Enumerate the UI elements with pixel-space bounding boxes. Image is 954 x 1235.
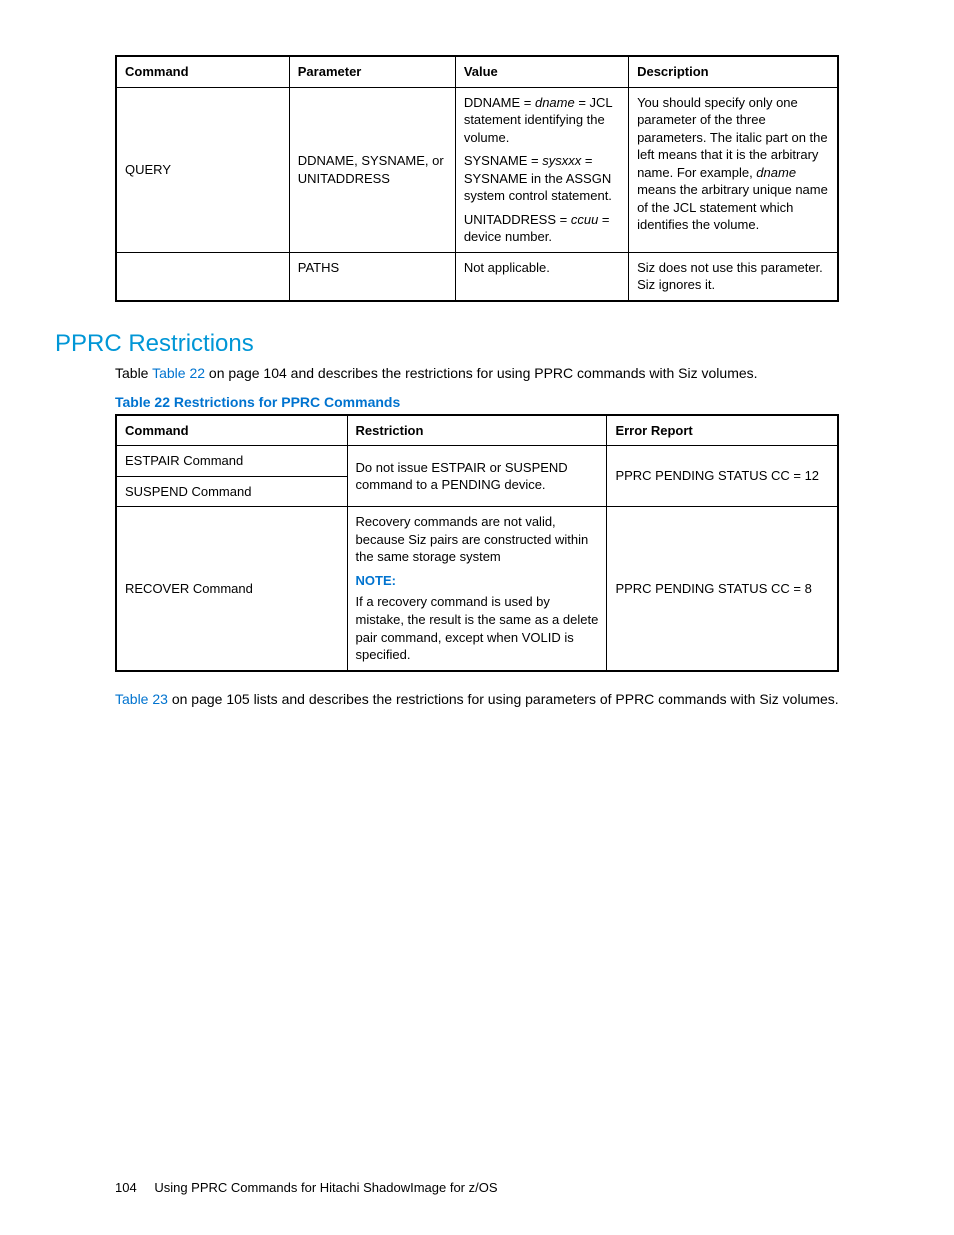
- cell-restriction: Recovery commands are not valid, because…: [347, 507, 607, 671]
- th-parameter: Parameter: [289, 56, 455, 87]
- footer-title: Using PPRC Commands for Hitachi ShadowIm…: [154, 1180, 497, 1195]
- cell-command: ESTPAIR Command: [116, 446, 347, 477]
- th-restriction: Restriction: [347, 415, 607, 446]
- th-command: Command: [116, 415, 347, 446]
- th-value: Value: [455, 56, 628, 87]
- cell-error: PPRC PENDING STATUS CC = 12: [607, 446, 838, 507]
- outro-paragraph: Table 23 on page 105 lists and describes…: [115, 690, 839, 710]
- th-description: Description: [629, 56, 838, 87]
- page-number: 104: [115, 1180, 137, 1195]
- cell-value: DDNAME = dname = JCL statement identifyi…: [455, 87, 628, 252]
- cell-command: RECOVER Command: [116, 507, 347, 671]
- table-row: RECOVER Command Recovery commands are no…: [116, 507, 838, 671]
- page-footer: 104 Using PPRC Commands for Hitachi Shad…: [115, 1180, 498, 1195]
- table-header-row: Command Restriction Error Report: [116, 415, 838, 446]
- cell-command: QUERY: [116, 87, 289, 252]
- cell-command: SUSPEND Command: [116, 476, 347, 507]
- link-table-22[interactable]: Table 22: [152, 365, 205, 381]
- note-label: NOTE:: [356, 572, 599, 590]
- th-command: Command: [116, 56, 289, 87]
- link-table-23[interactable]: Table 23: [115, 691, 168, 707]
- cell-description: You should specify only one parameter of…: [629, 87, 838, 252]
- cell-error: PPRC PENDING STATUS CC = 8: [607, 507, 838, 671]
- page: Command Parameter Value Description QUER…: [0, 0, 954, 1235]
- intro-paragraph: Table Table 22 on page 104 and describes…: [115, 364, 839, 384]
- table-header-row: Command Parameter Value Description: [116, 56, 838, 87]
- section-heading-pprc-restrictions: PPRC Restrictions: [55, 330, 839, 358]
- table-22-caption: Table 22 Restrictions for PPRC Commands: [115, 394, 839, 410]
- table-row: ESTPAIR Command Do not issue ESTPAIR or …: [116, 446, 838, 477]
- table-row: QUERY DDNAME, SYSNAME, or UNITADDRESS DD…: [116, 87, 838, 252]
- cell-command: [116, 252, 289, 301]
- cell-parameter: PATHS: [289, 252, 455, 301]
- cell-restriction: Do not issue ESTPAIR or SUSPEND command …: [347, 446, 607, 507]
- cell-description: Siz does not use this parameter. Siz ign…: [629, 252, 838, 301]
- table-row: PATHS Not applicable. Siz does not use t…: [116, 252, 838, 301]
- th-error-report: Error Report: [607, 415, 838, 446]
- cell-value: Not applicable.: [455, 252, 628, 301]
- table-pprc-restrictions: Command Restriction Error Report ESTPAIR…: [115, 414, 839, 672]
- cell-parameter: DDNAME, SYSNAME, or UNITADDRESS: [289, 87, 455, 252]
- table-query-parameters: Command Parameter Value Description QUER…: [115, 55, 839, 302]
